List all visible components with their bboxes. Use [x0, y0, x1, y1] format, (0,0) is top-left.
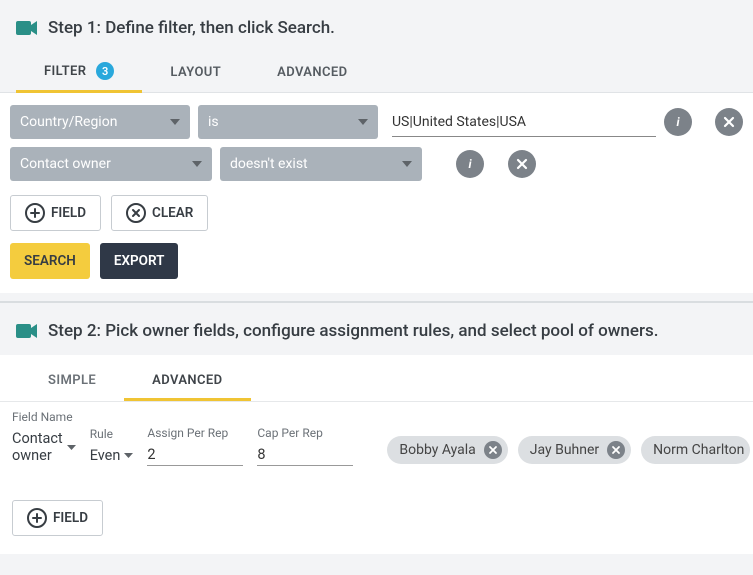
step2-header: Step 2: Pick owner fields, configure ass…	[0, 303, 753, 355]
cap-per-rep-input[interactable]	[257, 444, 353, 466]
export-label: EXPORT	[114, 253, 165, 269]
plus-icon	[27, 508, 47, 528]
add-field-button[interactable]: FIELD	[10, 195, 101, 231]
filter-field-dropdown[interactable]: Country/Region	[10, 105, 190, 139]
filter-field-dropdown[interactable]: Contact owner	[10, 147, 212, 181]
remove-filter-icon[interactable]	[508, 150, 536, 178]
caret-down-icon	[402, 161, 412, 167]
tab-advanced-label: ADVANCED	[277, 65, 347, 80]
col-cap-per-rep: Cap Per Rep	[257, 422, 353, 466]
filter-action-row-2: SEARCH EXPORT	[10, 243, 743, 279]
filter-count-badge: 3	[96, 62, 114, 80]
filter-field-value: Country/Region	[20, 114, 117, 130]
label-cap-per-rep: Cap Per Rep	[257, 422, 353, 440]
filter-operator-value: is	[208, 114, 219, 130]
add-field-label: FIELD	[51, 205, 86, 221]
tab-layout[interactable]: LAYOUT	[142, 52, 249, 92]
filter-operator-dropdown[interactable]: is	[198, 105, 378, 139]
caret-down-icon	[358, 119, 368, 125]
add-field-button-2[interactable]: FIELD	[12, 500, 103, 536]
chip-remove-icon[interactable]	[607, 441, 625, 459]
search-button[interactable]: SEARCH	[10, 243, 90, 279]
filter-operator-dropdown[interactable]: doesn't exist	[220, 147, 422, 181]
filter-field-value: Contact owner	[20, 156, 111, 172]
tab-advanced[interactable]: ADVANCED	[249, 52, 375, 92]
caret-down-icon	[170, 119, 180, 125]
assignment-action-row: FIELD	[12, 500, 741, 536]
filter-value-cell	[392, 107, 656, 137]
field-name-value: Contact owner	[12, 430, 63, 464]
clear-button[interactable]: CLEAR	[111, 195, 208, 231]
clear-icon	[126, 203, 146, 223]
tab-advanced2[interactable]: ADVANCED	[124, 365, 250, 401]
label-field-name: Field Name	[12, 406, 76, 424]
chip-label: Jay Buhner	[530, 442, 599, 458]
tab-simple-label: SIMPLE	[48, 373, 96, 388]
step2-tabs: SIMPLE ADVANCED	[0, 355, 753, 401]
chip-remove-icon[interactable]	[484, 441, 502, 459]
owner-chips: Bobby Ayala Jay Buhner Norm Charlton	[367, 436, 750, 466]
tab-layout-label: LAYOUT	[170, 65, 221, 80]
step1-header: Step 1: Define filter, then click Search…	[0, 0, 753, 52]
caret-down-icon	[192, 161, 202, 167]
svg-text:i: i	[468, 157, 472, 171]
filter-operator-value: doesn't exist	[230, 156, 308, 172]
owner-chip: Norm Charlton	[641, 436, 750, 464]
label-assign-per-rep: Assign Per Rep	[147, 422, 243, 440]
filter-value-input[interactable]	[392, 107, 656, 137]
caret-down-icon	[67, 445, 76, 450]
tab-simple[interactable]: SIMPLE	[20, 365, 124, 401]
info-icon[interactable]: i	[664, 108, 692, 136]
tab-filter[interactable]: FILTER 3	[16, 52, 142, 93]
col-field-name: Field Name Contact owner	[12, 406, 76, 466]
step2-title: Step 2: Pick owner fields, configure ass…	[48, 321, 658, 341]
remove-filter-icon[interactable]	[715, 108, 743, 136]
svg-text:i: i	[676, 115, 680, 129]
assignment-body: Field Name Contact owner Rule Even Assig…	[0, 401, 753, 554]
label-rule: Rule	[90, 423, 134, 441]
info-icon[interactable]: i	[456, 150, 484, 178]
assign-per-rep-input[interactable]	[147, 444, 243, 466]
rule-dropdown[interactable]: Even	[90, 445, 134, 466]
filter-row: Contact owner doesn't exist i	[10, 147, 743, 181]
owner-chip: Bobby Ayala	[387, 436, 507, 464]
video-icon	[16, 20, 38, 36]
owner-chip: Jay Buhner	[518, 436, 631, 464]
plus-icon	[25, 203, 45, 223]
step1-tabs: FILTER 3 LAYOUT ADVANCED	[0, 52, 753, 93]
export-button[interactable]: EXPORT	[100, 243, 179, 279]
col-rule: Rule Even	[90, 423, 134, 466]
col-assign-per-rep: Assign Per Rep	[147, 422, 243, 466]
assignment-row: Field Name Contact owner Rule Even Assig…	[12, 402, 741, 470]
tab-filter-label: FILTER	[44, 64, 86, 79]
video-icon	[16, 323, 38, 339]
search-label: SEARCH	[24, 253, 76, 269]
step1-title: Step 1: Define filter, then click Search…	[48, 18, 335, 38]
tab-advanced2-label: ADVANCED	[152, 373, 222, 388]
chip-label: Norm Charlton	[653, 442, 744, 458]
filter-row: Country/Region is i	[10, 105, 743, 139]
filter-body: Country/Region is i Contact owner doesn'…	[0, 93, 753, 293]
caret-down-icon	[124, 453, 133, 458]
rule-value: Even	[90, 447, 121, 464]
add-field-label-2: FIELD	[53, 510, 88, 526]
field-name-dropdown[interactable]: Contact owner	[12, 428, 76, 466]
chip-label: Bobby Ayala	[399, 442, 475, 458]
clear-label: CLEAR	[152, 205, 193, 221]
filter-action-row-1: FIELD CLEAR	[10, 195, 743, 231]
